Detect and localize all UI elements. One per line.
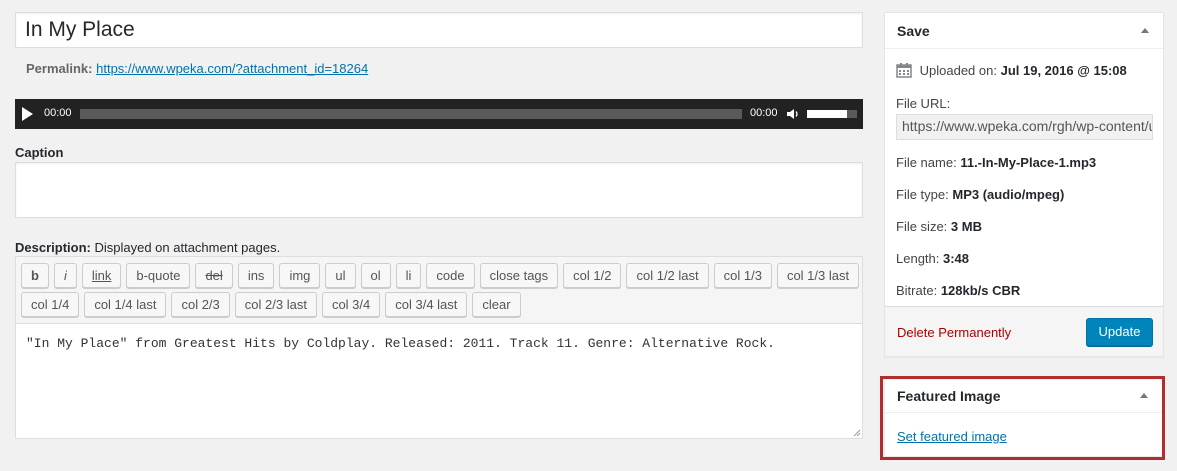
file-name-value: 11.-In-My-Place-1.mp3 <box>960 155 1097 170</box>
file-url-label: File URL: <box>896 96 951 111</box>
qt-blockquote-button[interactable]: b-quote <box>126 263 191 288</box>
qt-close-tags-button[interactable]: close tags <box>479 263 559 288</box>
audio-player: 00:00 00:00 <box>15 99 863 129</box>
bitrate-value: 128kb/s CBR <box>940 283 1021 298</box>
featured-image-header[interactable]: Featured Image <box>885 380 1162 413</box>
save-actions: Delete Permanently Update <box>885 306 1163 356</box>
uploaded-on-label: Uploaded on: <box>919 63 997 78</box>
play-icon[interactable] <box>22 107 33 121</box>
save-metabox-title: Save <box>897 23 930 39</box>
qt-img-button[interactable]: img <box>279 263 321 288</box>
featured-image-metabox: Featured Image Set featured image <box>885 380 1162 456</box>
qt-col-1-4-last-button[interactable]: col 1/4 last <box>84 292 167 317</box>
collapse-arrow-icon[interactable] <box>1141 28 1149 33</box>
file-type-label: File type: <box>896 187 949 202</box>
length-label: Length: <box>896 251 940 266</box>
file-type-value: MP3 (audio/mpeg) <box>952 187 1065 202</box>
qt-ins-button[interactable]: ins <box>237 263 275 288</box>
quicktags-row-2: col 1/4 col 1/4 last col 2/3 col 2/3 las… <box>21 292 862 317</box>
description-label-title: Description: <box>15 240 91 255</box>
quicktags-row-1: b i link b-quote del ins img ul ol li co… <box>21 263 862 288</box>
title-input[interactable]: In My Place <box>15 12 863 48</box>
qt-col-1-2-last-button[interactable]: col 1/2 last <box>626 263 709 288</box>
delete-permanently-link[interactable]: Delete Permanently <box>897 325 1011 340</box>
qt-ol-button[interactable]: ol <box>360 263 391 288</box>
qt-clear-button[interactable]: clear <box>472 292 521 317</box>
file-size: File size: 3 MB <box>896 219 982 234</box>
bitrate: Bitrate: 128kb/s CBR <box>896 283 1020 298</box>
volume-icon[interactable] <box>786 107 800 121</box>
qt-code-button[interactable]: code <box>426 263 475 288</box>
quicktags-toolbar: b i link b-quote del ins img ul ol li co… <box>16 257 862 324</box>
description-textarea[interactable]: "In My Place" from Greatest Hits by Cold… <box>26 336 775 351</box>
save-metabox-header[interactable]: Save <box>885 13 1163 49</box>
file-size-label: File size: <box>896 219 948 234</box>
qt-col-1-2-button[interactable]: col 1/2 <box>563 263 622 288</box>
duration: 00:00 <box>750 107 778 119</box>
calendar-icon <box>896 63 912 78</box>
qt-col-2-3-button[interactable]: col 2/3 <box>171 292 230 317</box>
volume-level <box>807 110 847 118</box>
qt-link-button[interactable]: link <box>81 263 122 288</box>
save-metabox: Save Uploaded on: Jul 19, 2016 @ 15:08 F… <box>884 12 1164 357</box>
collapse-arrow-icon[interactable] <box>1140 393 1148 398</box>
set-featured-image-link[interactable]: Set featured image <box>897 429 1007 444</box>
qt-bold-button[interactable]: b <box>21 263 49 288</box>
qt-ul-button[interactable]: ul <box>325 263 356 288</box>
qt-col-1-3-last-button[interactable]: col 1/3 last <box>776 263 860 288</box>
caption-textarea[interactable] <box>15 162 863 218</box>
description-label: Description: Displayed on attachment pag… <box>15 240 280 255</box>
qt-del-button[interactable]: del <box>195 263 233 288</box>
progress-bar[interactable] <box>80 109 742 119</box>
qt-italic-button[interactable]: i <box>53 263 77 288</box>
length: Length: 3:48 <box>896 251 969 266</box>
featured-image-title: Featured Image <box>897 388 1001 404</box>
file-size-value: 3 MB <box>950 219 982 234</box>
description-hint: Displayed on attachment pages. <box>94 240 281 255</box>
current-time: 00:00 <box>44 107 72 119</box>
uploaded-on: Uploaded on: Jul 19, 2016 @ 15:08 <box>896 62 1127 78</box>
qt-col-3-4-last-button[interactable]: col 3/4 last <box>385 292 468 317</box>
volume-slider[interactable] <box>807 110 857 118</box>
length-value: 3:48 <box>943 251 970 266</box>
qt-col-1-3-button[interactable]: col 1/3 <box>713 263 772 288</box>
file-url-field[interactable]: https://www.wpeka.com/rgh/wp-content/upl… <box>896 114 1153 140</box>
qt-col-1-4-button[interactable]: col 1/4 <box>21 292 80 317</box>
permalink-label: Permalink: <box>26 61 93 76</box>
update-button[interactable]: Update <box>1086 318 1153 346</box>
file-name-label: File name: <box>896 155 957 170</box>
qt-li-button[interactable]: li <box>395 263 422 288</box>
permalink-url[interactable]: https://www.wpeka.com/?attachment_id=182… <box>96 61 368 76</box>
file-type: File type: MP3 (audio/mpeg) <box>896 187 1064 202</box>
qt-col-2-3-last-button[interactable]: col 2/3 last <box>234 292 317 317</box>
uploaded-on-value: Jul 19, 2016 @ 15:08 <box>1000 63 1127 78</box>
qt-col-3-4-button[interactable]: col 3/4 <box>321 292 381 317</box>
file-name: File name: 11.-In-My-Place-1.mp3 <box>896 155 1096 170</box>
caption-label: Caption <box>15 145 64 160</box>
description-editor: b i link b-quote del ins img ul ol li co… <box>15 256 863 439</box>
bitrate-label: Bitrate: <box>896 283 938 298</box>
permalink: Permalink: https://www.wpeka.com/?attach… <box>26 61 368 76</box>
resize-grip-icon[interactable] <box>851 427 861 437</box>
